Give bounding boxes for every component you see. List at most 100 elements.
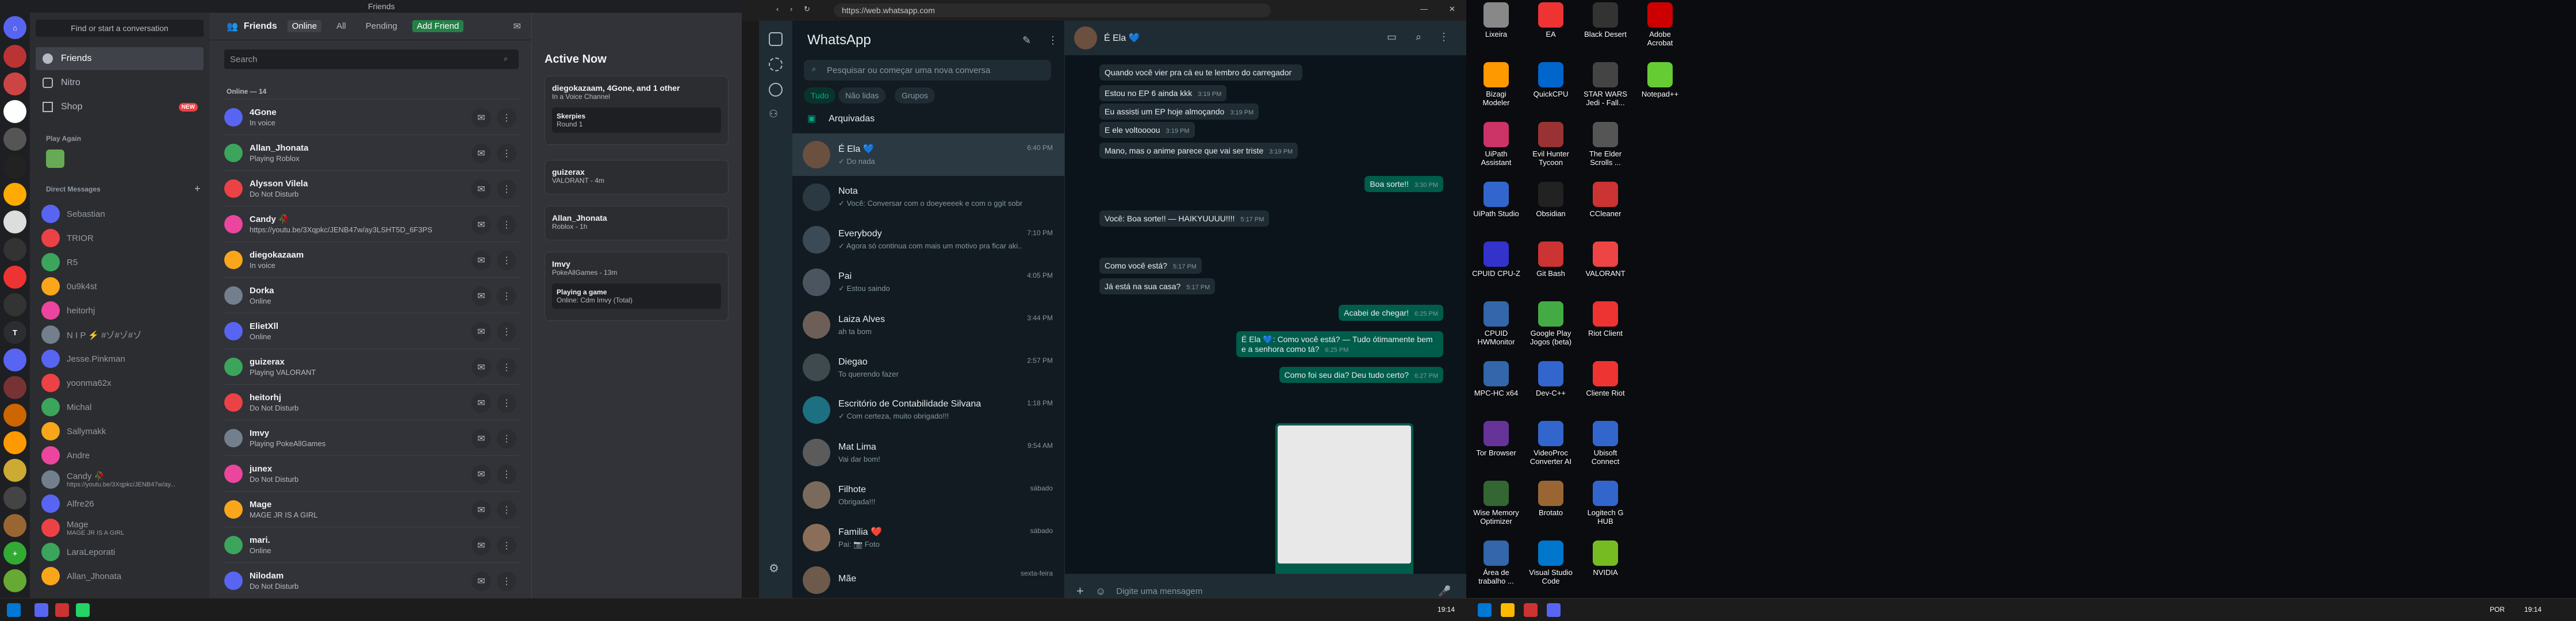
- nav-shop[interactable]: Shop NEW: [36, 95, 204, 118]
- desktop-shortcut[interactable]: Git Bash: [1527, 241, 1575, 278]
- desktop-shortcut[interactable]: Área de trabalho ...: [1472, 540, 1520, 585]
- status-icon[interactable]: [769, 57, 783, 71]
- reload-icon[interactable]: ↻: [804, 5, 810, 14]
- whatsapp-taskbar-icon[interactable]: [76, 603, 90, 617]
- chat-item[interactable]: Everybody ✓ Agora só continua com mais um…: [792, 218, 1064, 261]
- dm-item[interactable]: Allan_Jhonata: [41, 565, 209, 588]
- desktop-shortcut[interactable]: Lixeira: [1472, 2, 1520, 39]
- desktop-shortcut[interactable]: Wise Memory Optimizer: [1472, 481, 1520, 526]
- chat-item[interactable]: Escritório de Contabilidade Silvana ✓ Com…: [792, 389, 1064, 431]
- opera-taskbar-icon[interactable]: [1524, 603, 1538, 617]
- desktop-shortcut[interactable]: CPUID CPU-Z: [1472, 241, 1520, 278]
- archived-chats[interactable]: ▣ Arquivadas: [807, 113, 875, 124]
- more-icon[interactable]: ⋮: [497, 500, 516, 520]
- server-icon[interactable]: [3, 155, 26, 178]
- message-bubble[interactable]: É Ela 💙: Como você está? — Tudo ótimamen…: [1236, 331, 1443, 357]
- friend-row[interactable]: mari. Online ✉ ⋮: [224, 527, 520, 562]
- message-icon[interactable]: ✉: [471, 500, 491, 520]
- more-icon[interactable]: ⋮: [497, 286, 516, 306]
- server-icon[interactable]: [3, 431, 26, 454]
- dm-item[interactable]: N I P ⚡ #ゾ#ゾ#ゾ: [41, 323, 209, 346]
- dm-item[interactable]: Sebastian: [41, 202, 209, 225]
- chat-item[interactable]: É Ela 💙 ✓ Do nada 6:40 PM: [792, 133, 1064, 176]
- clock[interactable]: 19:14: [2524, 605, 2542, 614]
- desktop-shortcut[interactable]: Logitech G HUB: [1581, 481, 1630, 526]
- activity-card[interactable]: Imvy PokeAllGames - 13m Playing a game O…: [545, 252, 729, 321]
- message-bubble[interactable]: Você: Boa sorte!! — HAIKYUUUU!!!! 5:17 PM: [1099, 210, 1270, 227]
- new-group-dm-icon[interactable]: ✉: [513, 21, 521, 32]
- filter-groups[interactable]: Grupos: [895, 87, 935, 103]
- filter-unread[interactable]: Não lidas: [838, 87, 886, 103]
- message-icon[interactable]: ✉: [471, 144, 491, 163]
- friend-row[interactable]: Nilodam Do Not Disturb ✉ ⋮: [224, 562, 520, 598]
- tab-all[interactable]: All: [332, 20, 351, 32]
- message-bubble[interactable]: Estou no EP 6 ainda kkk 3:19 PM: [1099, 85, 1227, 101]
- desktop-shortcut[interactable]: Black Desert: [1581, 2, 1630, 39]
- server-icon[interactable]: [3, 459, 26, 482]
- desktop-shortcut[interactable]: Adobe Acrobat: [1636, 2, 1684, 47]
- server-icon[interactable]: [3, 238, 26, 261]
- server-icon[interactable]: [3, 486, 26, 509]
- server-icon[interactable]: [3, 266, 26, 289]
- desktop-shortcut[interactable]: Riot Client: [1581, 301, 1630, 338]
- back-icon[interactable]: ‹: [776, 5, 779, 13]
- dm-item[interactable]: R5: [41, 251, 209, 274]
- friend-row[interactable]: Dorka Online ✉ ⋮: [224, 277, 520, 313]
- activity-card[interactable]: guizerax VALORANT - 4m: [545, 160, 729, 194]
- friend-row[interactable]: junex Do Not Disturb ✉ ⋮: [224, 455, 520, 491]
- desktop-shortcut[interactable]: Bizagi Modeler: [1472, 62, 1520, 107]
- opera-taskbar-icon[interactable]: [55, 603, 69, 617]
- chat-item[interactable]: Mat Lima Vai dar bom! 9:54 AM: [792, 431, 1064, 474]
- friend-row[interactable]: Imvy Playing PokeAllGames ✉ ⋮: [224, 420, 520, 455]
- message-icon[interactable]: ✉: [471, 465, 491, 484]
- dm-item[interactable]: TRIOR: [41, 227, 209, 250]
- activity-card[interactable]: diegokazaam, 4Gone, and 1 other In a Voi…: [545, 76, 729, 145]
- server-icon[interactable]: [3, 348, 26, 371]
- message-icon[interactable]: ✉: [471, 536, 491, 555]
- server-icon[interactable]: [3, 514, 26, 537]
- address-bar[interactable]: https://web.whatsapp.com: [834, 3, 1271, 17]
- friend-row[interactable]: heitorhj Do Not Disturb ✉ ⋮: [224, 384, 520, 420]
- friend-row[interactable]: Alysson Vilela Do Not Disturb ✉ ⋮: [224, 170, 520, 206]
- message-input[interactable]: Digite uma mensagem: [1116, 586, 1438, 596]
- more-icon[interactable]: ⋮: [497, 393, 516, 413]
- message-icon[interactable]: ✉: [471, 108, 491, 128]
- message-bubble[interactable]: Já está na sua casa? 5:17 PM: [1099, 278, 1216, 294]
- desktop-shortcut[interactable]: Dev-C++: [1527, 361, 1575, 397]
- server-icon[interactable]: [3, 128, 26, 151]
- attach-icon[interactable]: +: [1076, 584, 1084, 599]
- desktop-shortcut[interactable]: CPUID HWMonitor: [1472, 301, 1520, 346]
- start-icon[interactable]: [1478, 603, 1492, 617]
- start-icon[interactable]: [7, 603, 21, 617]
- chat-item[interactable]: Mãe sexta-feira: [792, 559, 1064, 601]
- chat-search-input[interactable]: Pesquisar ou começar uma nova conversa: [804, 60, 1051, 80]
- message-icon[interactable]: ✉: [471, 572, 491, 591]
- search-icon[interactable]: ⌕: [1416, 31, 1421, 43]
- activity-card[interactable]: Allan_Jhonata Roblox - 1h: [545, 206, 729, 240]
- video-call-icon[interactable]: ▭: [1387, 31, 1397, 43]
- tab-online[interactable]: Online: [287, 20, 322, 32]
- friend-row[interactable]: diegokazaam In voice ✉ ⋮: [224, 241, 520, 277]
- server-icon[interactable]: [3, 376, 26, 399]
- discord-taskbar-icon[interactable]: [1547, 603, 1561, 617]
- server-icon[interactable]: T: [3, 321, 26, 344]
- dm-item[interactable]: Mage MAGE JR IS A GIRL: [41, 516, 209, 539]
- more-icon[interactable]: ⋮: [497, 251, 516, 270]
- message-icon[interactable]: ✉: [471, 358, 491, 377]
- dm-item[interactable]: heitorhj: [41, 299, 209, 322]
- document-image-message[interactable]: [1275, 423, 1413, 584]
- tab-pending[interactable]: Pending: [361, 20, 402, 32]
- message-bubble[interactable]: Como você está? 5:17 PM: [1099, 258, 1202, 274]
- message-bubble[interactable]: Quando você vier pra cá eu te lembro do …: [1099, 64, 1303, 80]
- message-icon[interactable]: ✉: [471, 429, 491, 448]
- server-icon[interactable]: [3, 45, 26, 68]
- message-icon[interactable]: ✉: [471, 322, 491, 342]
- friend-row[interactable]: Allan_Jhonata Playing Roblox ✉ ⋮: [224, 135, 520, 170]
- nav-nitro[interactable]: Nitro: [36, 71, 204, 94]
- desktop-shortcut[interactable]: Google Play Jogos (beta): [1527, 301, 1575, 346]
- desktop-shortcut[interactable]: CCleaner: [1581, 182, 1630, 218]
- close-icon[interactable]: ✕: [1449, 5, 1455, 14]
- chat-item[interactable]: Laiza Alves ah ta bom 3:44 PM: [792, 304, 1064, 346]
- server-icon[interactable]: [3, 404, 26, 427]
- message-bubble[interactable]: Eu assisti um EP hoje almoçando 3:19 PM: [1099, 103, 1259, 120]
